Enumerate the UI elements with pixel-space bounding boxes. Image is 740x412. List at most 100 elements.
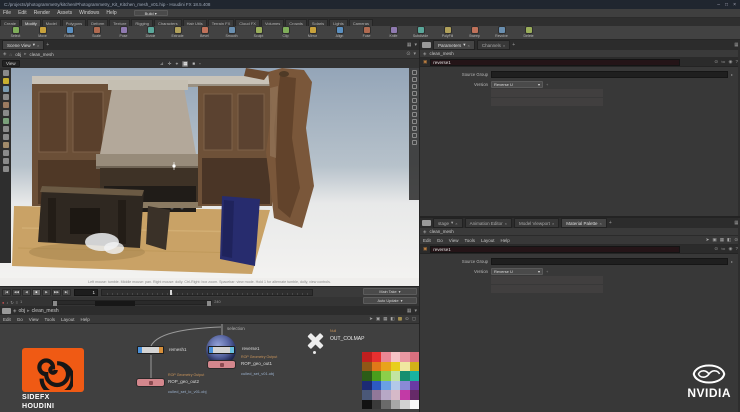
range-start-handle[interactable] xyxy=(53,301,57,306)
palette-swatch[interactable] xyxy=(372,400,382,410)
shelf-tool[interactable]: Revolve xyxy=(488,27,515,38)
viewport-tool-icon[interactable] xyxy=(3,102,9,108)
network-menu-view[interactable]: View xyxy=(29,317,39,322)
presets-icon[interactable]: ≔ xyxy=(721,59,726,65)
node-rop-geo-out1[interactable] xyxy=(207,360,236,369)
palette-swatch[interactable] xyxy=(410,352,420,362)
close-icon[interactable]: × xyxy=(600,221,602,226)
palette-swatch[interactable] xyxy=(372,371,382,381)
snapshot-icon[interactable]: ▢ xyxy=(412,316,416,322)
shelf-tool[interactable]: Scale xyxy=(83,27,110,38)
autokey-icon[interactable]: ● xyxy=(2,300,4,305)
node-reverse[interactable] xyxy=(208,346,235,354)
viewport-tool-icon[interactable] xyxy=(3,134,9,140)
palette-swatch[interactable] xyxy=(362,381,372,391)
palette-swatch[interactable] xyxy=(381,371,391,381)
pane-split-handle[interactable] xyxy=(422,220,431,226)
transport-button[interactable]: ▶| xyxy=(62,289,71,296)
palette-swatch[interactable] xyxy=(362,352,372,362)
palette-swatch[interactable] xyxy=(362,371,372,381)
palette-swatch[interactable] xyxy=(400,381,410,391)
viewport-tool-icon[interactable] xyxy=(3,70,9,76)
menu-item-help[interactable]: Help xyxy=(106,10,116,16)
parameters-top-path[interactable]: clean_mesh xyxy=(429,51,453,56)
add-tab-button[interactable]: + xyxy=(46,42,49,48)
playhead[interactable] xyxy=(170,290,172,296)
shelf-tab[interactable]: Polygons xyxy=(62,19,86,26)
palette-swatch[interactable] xyxy=(381,352,391,362)
transport-button[interactable]: ▶▶ xyxy=(52,289,61,296)
viewport-display-icon[interactable] xyxy=(412,84,417,89)
network-menu-tools[interactable]: Tools xyxy=(44,317,55,322)
node-shape-icon[interactable]: ▣ xyxy=(376,316,380,322)
shelf-tab[interactable]: Texture xyxy=(109,19,130,26)
close-icon[interactable]: × xyxy=(552,221,554,226)
palette-swatch[interactable] xyxy=(410,381,420,391)
home-icon[interactable]: ⌂ xyxy=(9,52,12,57)
palette-swatch[interactable] xyxy=(381,400,391,410)
node-label-rop1[interactable]: ROP_geo_out1 xyxy=(241,361,272,366)
search-icon[interactable]: ⊙ xyxy=(714,59,718,65)
chevron-down-icon[interactable]: ▾ xyxy=(414,308,417,314)
network-menu-layout[interactable]: Layout xyxy=(61,317,75,322)
network-crumb-obj[interactable]: obj xyxy=(18,308,25,314)
snap-tool-icon[interactable]: ⌖ xyxy=(176,61,179,67)
shelf-tab[interactable]: Characters xyxy=(154,19,182,26)
update-mode-selector[interactable]: Auto Update▾ xyxy=(363,297,417,304)
close-icon[interactable]: × xyxy=(503,43,505,48)
bottom-menu-go[interactable]: Go xyxy=(437,238,443,243)
shelf-tab[interactable]: Solaris xyxy=(308,19,328,26)
palette-swatch[interactable] xyxy=(372,362,382,372)
transport-button[interactable]: ◀◀ xyxy=(12,289,21,296)
grid-snap-icon[interactable]: ▦ xyxy=(383,316,387,322)
viewport-display-icon[interactable] xyxy=(412,133,417,138)
viewport-tool-icon[interactable] xyxy=(3,86,9,92)
pane-tab[interactable]: Channels× xyxy=(477,40,510,50)
group-parameter-field[interactable] xyxy=(491,258,728,265)
palette-swatch[interactable] xyxy=(400,371,410,381)
node-out-colmap[interactable] xyxy=(306,333,324,349)
palette-swatch[interactable] xyxy=(410,400,420,410)
menu-item-file[interactable]: File xyxy=(3,10,11,16)
palette-swatch[interactable] xyxy=(372,381,382,391)
pane-split-handle[interactable] xyxy=(2,308,11,314)
viewport-display-icon[interactable] xyxy=(412,140,417,145)
network-menu-edit[interactable]: Edit xyxy=(3,317,11,322)
node-display-flag[interactable] xyxy=(230,347,234,353)
pane-grid-icon[interactable]: ▦ xyxy=(407,42,412,48)
wireframe-mode-icon[interactable]: ■ xyxy=(192,61,195,67)
search-icon[interactable]: ⊙ xyxy=(714,246,718,252)
add-tab-button[interactable]: + xyxy=(512,42,515,48)
palette-swatch[interactable] xyxy=(400,400,410,410)
pane-tab[interactable]: Animation Editor× xyxy=(465,218,512,228)
pin-icon[interactable]: ◈ xyxy=(423,51,426,57)
menu-item-render[interactable]: Render xyxy=(34,10,50,16)
pointer-tool-icon[interactable]: ➤ xyxy=(706,237,710,243)
view-mode-button[interactable]: View xyxy=(2,60,20,67)
tab-scene-view[interactable]: Scene View ▾ × xyxy=(2,40,44,50)
palette-swatch[interactable] xyxy=(381,390,391,400)
palette-swatch[interactable] xyxy=(381,362,391,372)
node-label-out-colmap[interactable]: OUT_COLMAP xyxy=(330,336,364,342)
node-name-field[interactable]: reverse1 xyxy=(430,59,680,66)
palette-swatch[interactable] xyxy=(410,371,420,381)
shelf-tool[interactable]: Divide xyxy=(137,27,164,38)
shelf-tool[interactable]: Delete xyxy=(515,27,542,38)
node-rop-geo-out2[interactable] xyxy=(136,378,165,387)
palette-swatch[interactable] xyxy=(362,362,372,372)
shelf-tool[interactable]: PolyFill xyxy=(434,27,461,38)
node-name-field[interactable]: reverse1 xyxy=(430,246,680,253)
take-selector[interactable]: Main Take▾ xyxy=(363,288,417,295)
viewport-tool-icon[interactable] xyxy=(3,158,9,164)
shelf-tab[interactable]: Cameras xyxy=(349,19,373,26)
loop-icon[interactable]: ↻ xyxy=(10,300,13,305)
shelf-tab[interactable]: Create xyxy=(0,19,20,26)
close-icon[interactable]: × xyxy=(468,43,470,48)
transport-button[interactable]: ◀ xyxy=(22,289,31,296)
frame-range-slider[interactable] xyxy=(52,300,212,305)
network-crumb-node[interactable]: clean_mesh xyxy=(32,308,59,314)
node-render-flag[interactable] xyxy=(159,347,163,353)
network-canvas[interactable]: selection remesh1 reverse1 ROP Geometry … xyxy=(0,324,419,412)
viewport-tool-icon[interactable] xyxy=(3,166,9,172)
menu-item-windows[interactable]: Windows xyxy=(79,10,99,16)
